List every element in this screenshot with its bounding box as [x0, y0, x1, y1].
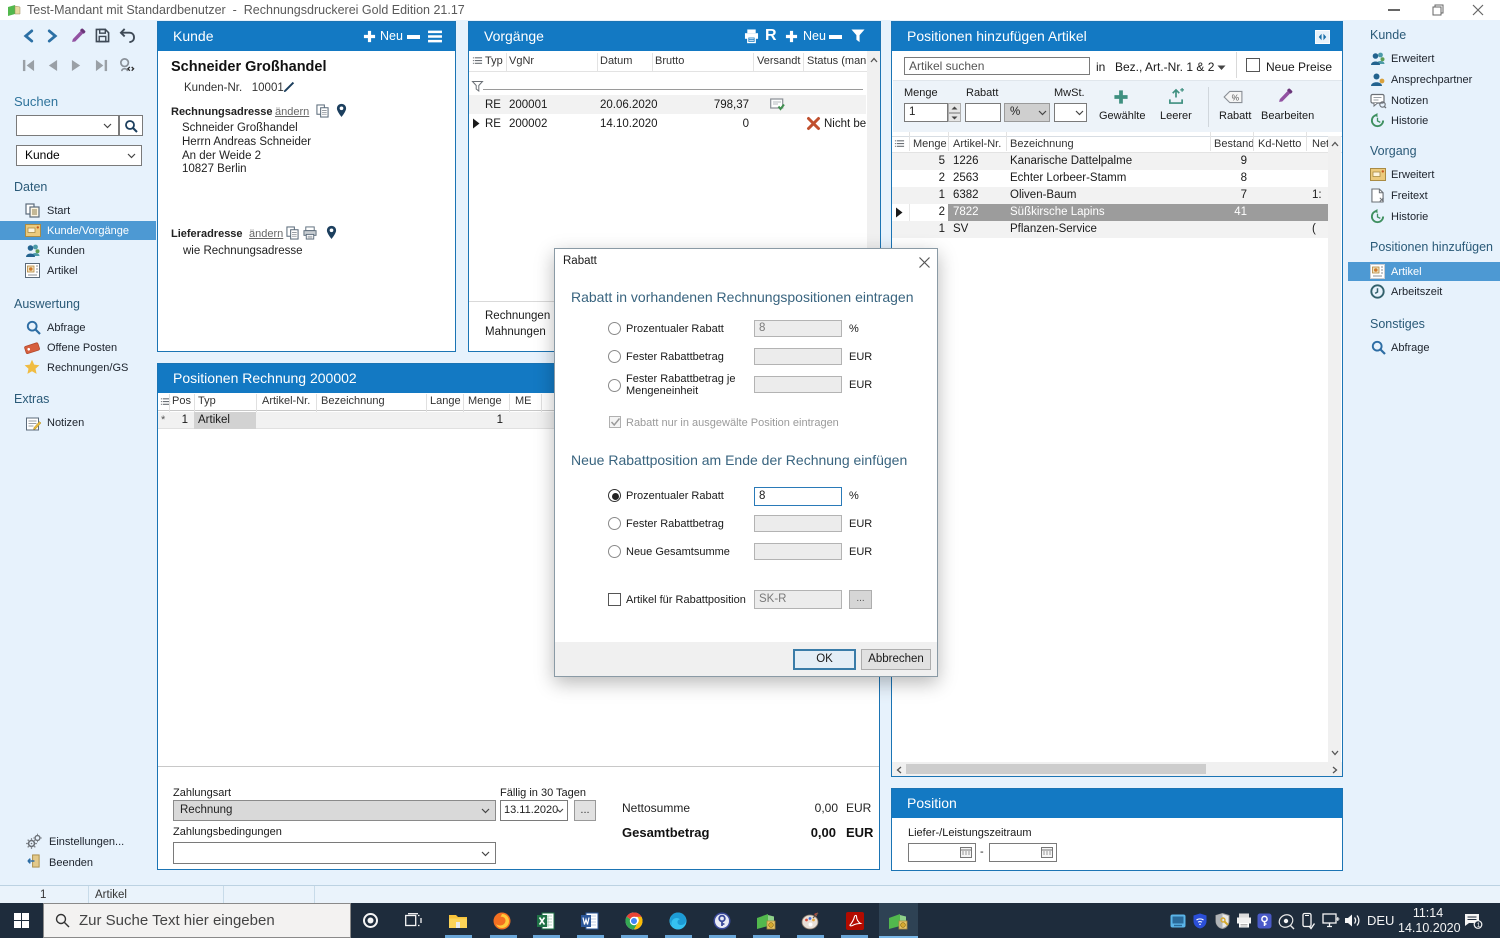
svg-text:1: 1	[1477, 922, 1481, 929]
svg-text:%: %	[1232, 92, 1240, 102]
